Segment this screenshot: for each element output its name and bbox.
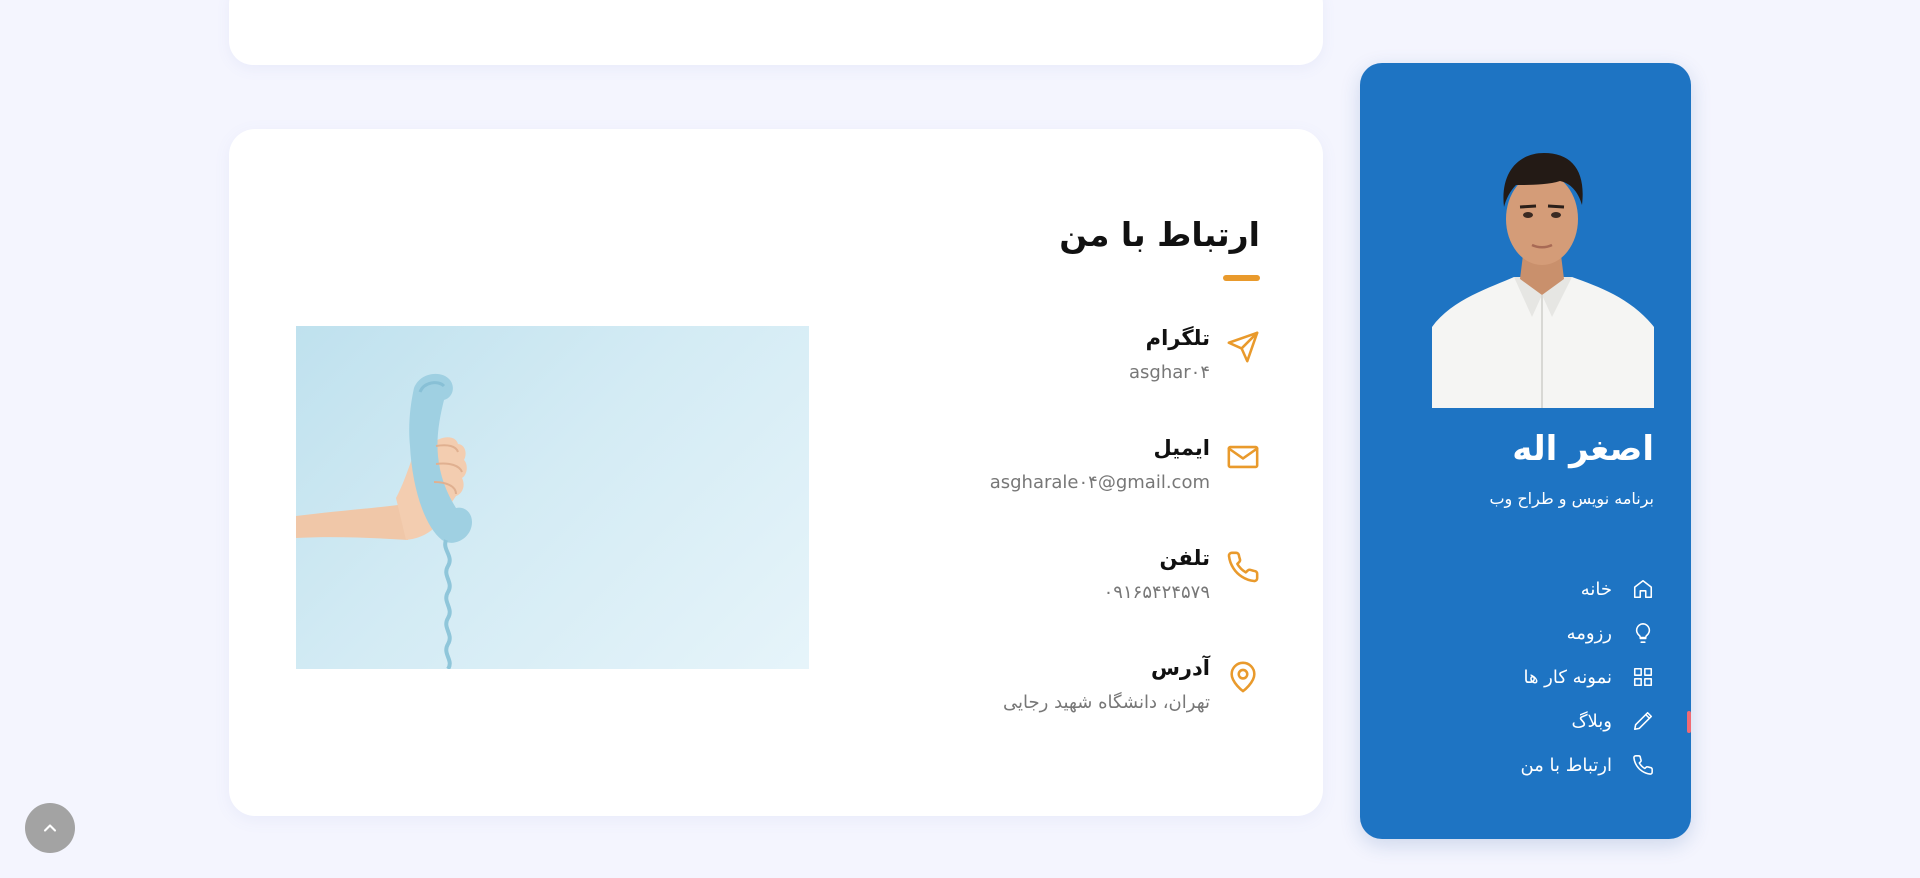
active-marker [1687,711,1691,733]
contact-title: ارتباط با من [1059,215,1260,254]
previous-section-card [229,0,1323,65]
home-icon [1632,578,1654,600]
contact-item-address: آدرس تهران، دانشگاه شهید رجایی [920,656,1260,726]
nav-item-label: ارتباط با من [1520,754,1612,776]
contact-item-label: ایمیل [1153,436,1210,460]
email-link[interactable]: asgharale۰۴@gmail.com [990,472,1210,493]
phone-icon [1632,754,1654,776]
contact-section: ارتباط با من تلگرام asghar۰۴ ایمیل asgha… [229,129,1323,816]
phone-link[interactable]: ۰۹۱۶۵۴۲۴۵۷۹ [1104,582,1210,603]
profile-sidebar: اصغر اله برنامه نویس و طراح وب خانه رزوم… [1360,63,1691,839]
sidebar-nav: خانه رزومه نمونه کار ها وبلاگ ارتباط با … [1394,567,1691,787]
mail-icon [1226,440,1260,474]
nav-item-label: نمونه کار ها [1523,666,1612,688]
title-underline [1223,275,1260,281]
contact-item-label: تلگرام [1145,326,1210,350]
nav-item-home[interactable]: خانه [1394,567,1654,611]
telegram-link[interactable]: asghar۰۴ [1129,362,1210,383]
phone-icon [1226,550,1260,584]
nav-item-label: وبلاگ [1571,710,1612,732]
nav-item-label: خانه [1580,578,1612,600]
nav-item-blog[interactable]: وبلاگ [1394,699,1691,743]
map-pin-icon [1226,660,1260,694]
nav-item-label: رزومه [1566,622,1612,644]
contact-item-label: تلفن [1159,546,1210,570]
grid-icon [1632,666,1654,688]
nav-item-resume[interactable]: رزومه [1394,611,1654,655]
profile-role: برنامه نویس و طراح وب [1489,489,1654,508]
scroll-to-top-button[interactable] [25,803,75,853]
contact-item-email: ایمیل asgharale۰۴@gmail.com [920,436,1260,506]
chevron-up-icon [43,824,57,832]
contact-illustration [296,326,809,669]
avatar [1432,127,1654,408]
contact-item-label: آدرس [1150,656,1210,680]
lightbulb-icon [1632,622,1654,644]
nav-item-contact[interactable]: ارتباط با من [1394,743,1654,787]
nav-item-portfolio[interactable]: نمونه کار ها [1394,655,1654,699]
send-icon [1226,330,1260,364]
contact-item-phone: تلفن ۰۹۱۶۵۴۲۴۵۷۹ [920,546,1260,616]
profile-name: اصغر اله [1512,429,1654,469]
contact-item-telegram: تلگرام asghar۰۴ [920,326,1260,396]
pencil-icon [1632,710,1654,732]
address-value: تهران، دانشگاه شهید رجایی [1003,692,1210,713]
